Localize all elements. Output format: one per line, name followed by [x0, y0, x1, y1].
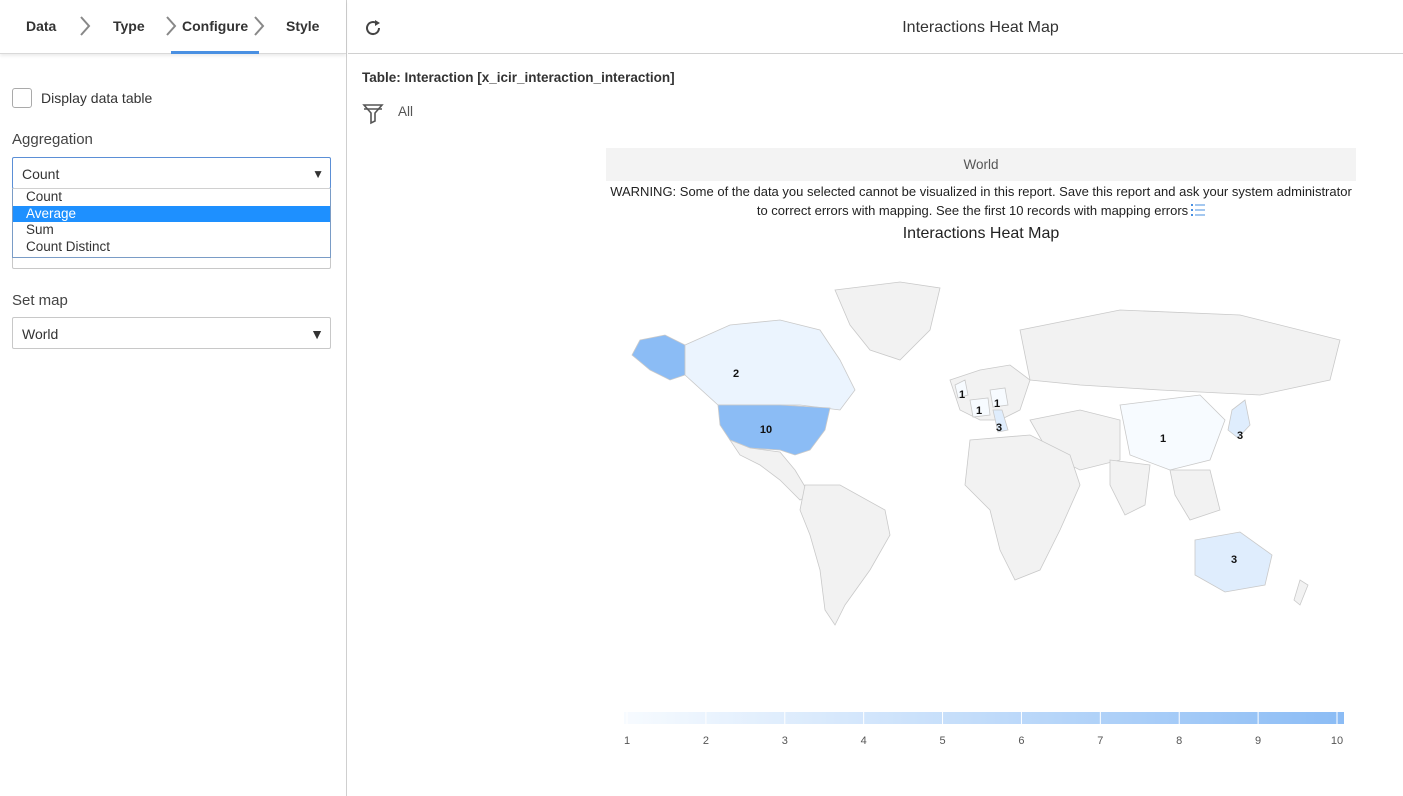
map-region-russia [1019, 309, 1341, 396]
legend-tick-label: 10 [1331, 735, 1343, 747]
legend-tick-label: 4 [861, 735, 867, 747]
legend-tick-label: 2 [703, 735, 709, 747]
wizard-steps: Data Type Configure Style [0, 0, 346, 54]
config-panel: Data Type Configure Style Display data t… [0, 0, 347, 796]
warning-line-2-wrap: to correct errors with mapping. See the … [606, 201, 1356, 221]
legend-tick-label: 7 [1097, 735, 1103, 747]
chevron-right-icon [164, 14, 178, 38]
filter-condition: All [398, 104, 414, 119]
region-label-canada: 2 [733, 368, 739, 380]
legend-tick-label: 3 [782, 735, 788, 747]
region-label-germany: 1 [994, 398, 1000, 410]
chevron-right-icon [78, 14, 92, 38]
filter-icon[interactable] [362, 101, 384, 125]
option-count[interactable]: Count [13, 189, 330, 206]
region-label-france: 1 [976, 405, 982, 417]
warning-line-1: WARNING: Some of the data you selected c… [610, 184, 1352, 199]
report-designer: Data Type Configure Style Display data t… [0, 0, 1403, 796]
step-configure[interactable]: Configure [182, 18, 248, 34]
region-label-usa: 10 [760, 424, 772, 436]
chevron-right-icon [252, 14, 266, 38]
map-region-canada [684, 319, 856, 411]
region-label-italy: 3 [996, 422, 1002, 434]
display-table-checkbox[interactable] [12, 88, 32, 108]
step-data[interactable]: Data [26, 18, 56, 34]
aggregation-options: Count Average Sum Count Distinct [12, 188, 331, 258]
map-region-south-asia [1109, 459, 1151, 516]
chart-title: Interactions Heat Map [902, 225, 1060, 242]
option-sum[interactable]: Sum [13, 222, 330, 239]
map-region-china [1119, 394, 1226, 471]
report-title: Interactions Heat Map [902, 19, 1059, 36]
legend-tick-label: 1 [624, 735, 630, 747]
option-average[interactable]: Average [13, 205, 330, 222]
map-region-africa [964, 434, 1081, 581]
legend-gradient-bar [624, 712, 1344, 724]
map-region-alaska [631, 334, 686, 381]
world-map: 10 2 1 1 1 3 1 3 3 [631, 281, 1341, 626]
aggregation-select[interactable]: Count ▼ [12, 157, 331, 189]
legend-tick-label: 9 [1255, 735, 1261, 747]
map-region-new-zealand [1293, 579, 1309, 606]
map-name-header: World [606, 148, 1356, 181]
mapping-warning: WARNING: Some of the data you selected c… [606, 182, 1356, 221]
display-table-label: Display data table [41, 90, 153, 106]
legend-tick-label: 8 [1176, 735, 1182, 747]
warning-line-2: to correct errors with mapping. See the … [756, 203, 1189, 218]
region-label-australia: 3 [1231, 554, 1237, 566]
map-region-greenland [834, 281, 941, 361]
legend-tick-label: 6 [1018, 735, 1024, 747]
option-count-distinct[interactable]: Count Distinct [13, 239, 330, 256]
dropdown-arrow-icon: ▼ [312, 167, 324, 181]
legend-tick-label: 5 [939, 735, 945, 747]
table-source: Table: Interaction [x_icir_interaction_i… [362, 70, 675, 85]
step-style[interactable]: Style [286, 18, 319, 34]
display-table-option[interactable]: Display data table [12, 87, 152, 109]
active-step-indicator [171, 51, 259, 54]
set-map-select[interactable]: World ▼ [12, 317, 331, 349]
region-label-japan: 3 [1237, 430, 1243, 442]
region-label-china: 1 [1160, 433, 1166, 445]
map-region-southeast-asia [1169, 469, 1221, 521]
map-region-south-america [799, 484, 891, 626]
set-map-value: World [22, 326, 59, 342]
dropdown-arrow-icon: ▼ [310, 326, 324, 342]
aggregation-label: Aggregation [12, 131, 93, 148]
set-map-label: Set map [12, 292, 68, 309]
region-label-uk: 1 [959, 389, 965, 401]
step-type[interactable]: Type [113, 18, 145, 34]
color-legend: 1 2 3 4 5 6 7 8 9 10 [624, 712, 1344, 747]
list-icon[interactable] [1191, 202, 1206, 221]
aggregation-value: Count [22, 166, 60, 182]
